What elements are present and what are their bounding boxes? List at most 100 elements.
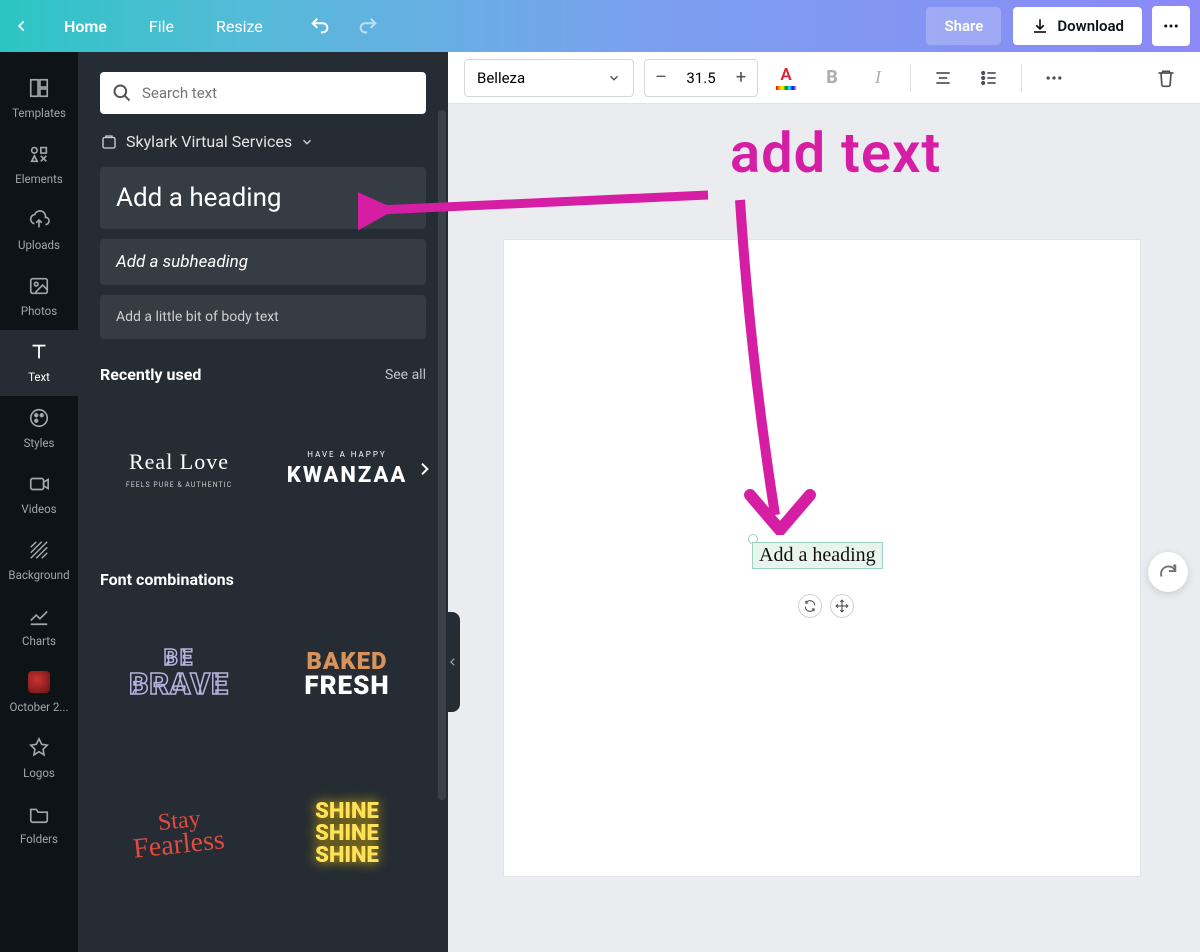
sync-button[interactable] xyxy=(798,594,822,618)
delete-button[interactable] xyxy=(1148,60,1184,96)
download-button[interactable]: Download xyxy=(1013,7,1142,45)
rail-october[interactable]: October 2... xyxy=(0,660,78,726)
add-heading-label: Add a heading xyxy=(116,183,282,213)
search-input[interactable] xyxy=(142,84,414,102)
rail-label: Charts xyxy=(22,634,56,648)
share-button[interactable]: Share xyxy=(926,7,1001,45)
font-combinations-heading: Font combinations xyxy=(100,570,234,589)
annotation-arrow-2 xyxy=(720,195,840,535)
thumb-line1: BAKED xyxy=(306,649,387,673)
add-body-label: Add a little bit of body text xyxy=(116,309,279,325)
chevron-down-icon xyxy=(607,71,621,85)
rail-uploads[interactable]: Uploads xyxy=(0,198,78,264)
thumb-title: KWANZAA xyxy=(287,463,407,488)
thumb-sub: FEELS PURE & AUTHENTIC xyxy=(126,481,232,489)
top-bar: Home File Resize Share Download xyxy=(0,0,1200,52)
rail-label: Videos xyxy=(21,502,56,516)
templates-icon xyxy=(27,76,51,100)
rail-label: Text xyxy=(28,370,50,384)
rail-charts[interactable]: Charts xyxy=(0,594,78,660)
rail-text[interactable]: Text xyxy=(0,330,78,396)
more-options-button[interactable] xyxy=(1036,60,1072,96)
more-icon xyxy=(1162,17,1180,35)
undo-button[interactable] xyxy=(303,9,337,43)
add-subheading-button[interactable]: Add a subheading xyxy=(100,239,426,285)
rail-label: Elements xyxy=(15,172,63,186)
canvas-text-element[interactable]: Add a heading xyxy=(752,542,883,569)
search-icon xyxy=(112,83,132,103)
chevron-down-icon xyxy=(300,135,314,149)
rail-photos[interactable]: Photos xyxy=(0,264,78,330)
rail-videos[interactable]: Videos xyxy=(0,462,78,528)
rail-logos[interactable]: Logos xyxy=(0,726,78,792)
recent-template-real-love[interactable]: Real Love FEELS PURE & AUTHENTIC xyxy=(100,394,258,544)
home-menu[interactable]: Home xyxy=(52,11,119,42)
recent-template-kwanzaa[interactable]: HAVE A HAPPY KWANZAA xyxy=(268,394,426,544)
thumb-line1: SHINE xyxy=(315,801,379,823)
brandkit-icon xyxy=(100,133,118,151)
combo-be-brave[interactable]: BE BRAVE xyxy=(100,599,258,749)
rail-background[interactable]: Background xyxy=(0,528,78,594)
resize-menu[interactable]: Resize xyxy=(204,11,275,42)
redo-button[interactable] xyxy=(351,9,385,43)
thumb-title: Real Love xyxy=(129,449,229,475)
align-button[interactable] xyxy=(925,60,961,96)
align-icon xyxy=(933,68,953,88)
recently-used-heading: Recently used xyxy=(100,365,201,384)
decrease-size-button[interactable]: – xyxy=(645,67,677,88)
move-button[interactable] xyxy=(830,594,854,618)
increase-size-button[interactable]: + xyxy=(725,67,757,88)
download-icon xyxy=(1031,17,1049,35)
brand-kit-dropdown[interactable]: Skylark Virtual Services xyxy=(100,132,426,151)
combo-shine[interactable]: SHINE SHINE SHINE xyxy=(268,759,426,909)
italic-button[interactable]: I xyxy=(860,60,896,96)
combo-baked-fresh[interactable]: BAKED FRESH xyxy=(268,599,426,749)
file-menu[interactable]: File xyxy=(137,11,186,42)
rail-templates[interactable]: Templates xyxy=(0,66,78,132)
text-color-button[interactable]: A xyxy=(768,60,804,96)
list-icon xyxy=(979,68,999,88)
list-button[interactable] xyxy=(971,60,1007,96)
more-button[interactable] xyxy=(1152,6,1190,46)
refresh-icon xyxy=(1157,561,1179,583)
add-body-button[interactable]: Add a little bit of body text xyxy=(100,295,426,339)
rail-label: Templates xyxy=(12,106,66,120)
download-label: Download xyxy=(1057,17,1124,35)
rail-folders[interactable]: Folders xyxy=(0,792,78,858)
text-toolbar: Belleza – 31.5 + A B I xyxy=(448,52,1200,104)
annotation-label: add text xyxy=(730,120,941,186)
font-size-value[interactable]: 31.5 xyxy=(677,69,725,87)
rail-label: Styles xyxy=(24,436,55,450)
photos-icon xyxy=(27,274,51,298)
background-icon xyxy=(27,538,51,562)
search-box[interactable] xyxy=(100,72,426,114)
help-fab[interactable] xyxy=(1148,552,1188,592)
back-button[interactable] xyxy=(10,14,34,38)
combo-stay-fearless[interactable]: Stay Fearless xyxy=(100,759,258,909)
styles-icon xyxy=(27,406,51,430)
trash-icon xyxy=(1156,68,1176,88)
font-family-select[interactable]: Belleza xyxy=(464,59,634,97)
text-color-icon: A xyxy=(780,65,791,85)
rail-label: Photos xyxy=(21,304,57,318)
bold-button[interactable]: B xyxy=(814,60,850,96)
more-icon xyxy=(1044,68,1064,88)
uploads-icon xyxy=(27,208,51,232)
next-arrow-button[interactable] xyxy=(416,461,432,477)
thumb-line2: Fearless xyxy=(132,827,226,862)
move-icon xyxy=(835,599,849,613)
font-size-stepper: – 31.5 + xyxy=(644,59,758,97)
see-all-link[interactable]: See all xyxy=(385,367,426,383)
text-icon xyxy=(27,340,51,364)
thumb-line2: SHINE xyxy=(315,823,379,845)
elements-icon xyxy=(27,142,51,166)
thumb-sub: HAVE A HAPPY xyxy=(307,450,386,459)
rail-elements[interactable]: Elements xyxy=(0,132,78,198)
bold-icon: B xyxy=(826,67,838,88)
rail-styles[interactable]: Styles xyxy=(0,396,78,462)
charts-icon xyxy=(27,604,51,628)
folders-icon xyxy=(27,802,51,826)
rail-label: Uploads xyxy=(18,238,60,252)
thumb-line2: FRESH xyxy=(304,673,389,699)
side-rail: Templates Elements Uploads Photos Text S… xyxy=(0,52,78,952)
